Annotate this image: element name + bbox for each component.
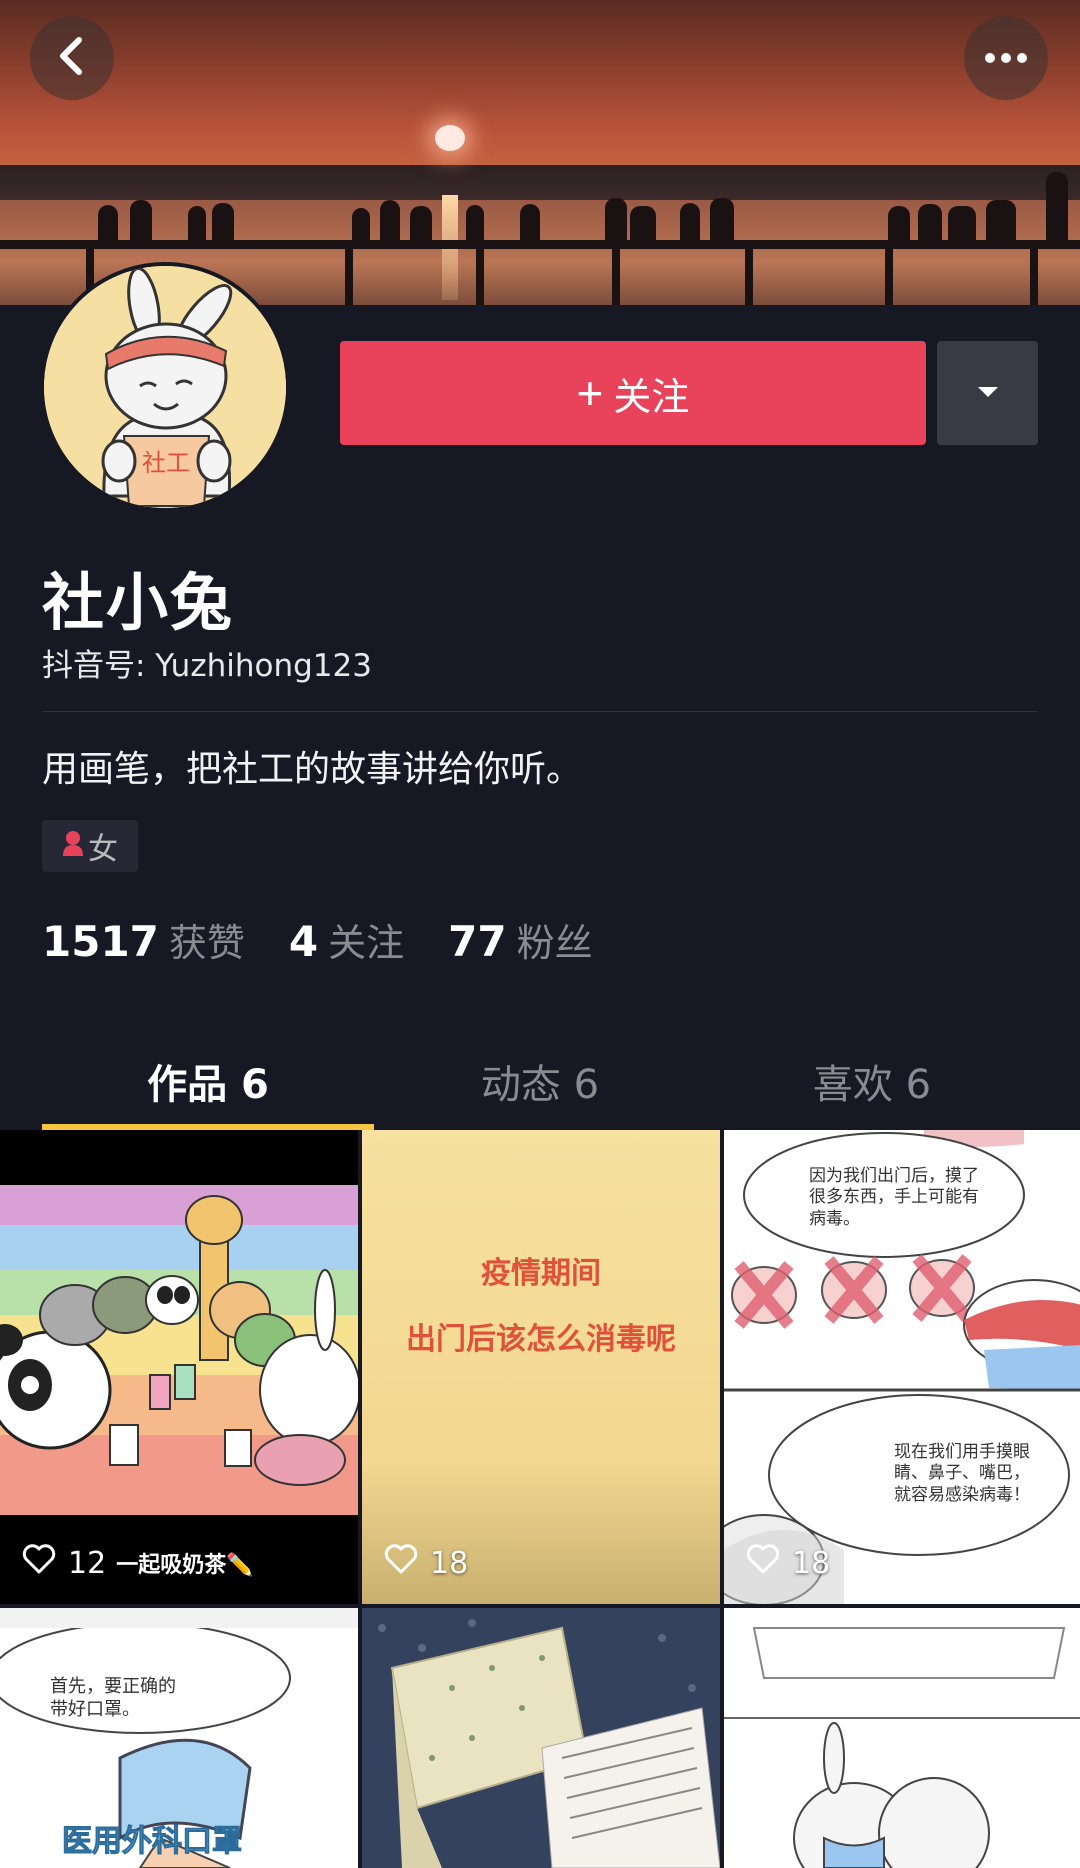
comic-bubble-text: 首先，要正确的带好口罩。 (50, 1676, 176, 1720)
stat-followers[interactable]: 77 粉丝 (448, 912, 592, 967)
comic-bubble-text: 现在我们用手摸眼睛、鼻子、嘴巴，就容易感染病毒！ (894, 1442, 1030, 1505)
stats-row: 1517 获赞 4 关注 77 粉丝 (42, 912, 637, 967)
nickname: 社小兔 (42, 566, 235, 639)
tab-liked[interactable]: 喜欢 6 (706, 1040, 1038, 1130)
caret-down-icon (976, 384, 1000, 403)
recommend-dropdown-button[interactable] (937, 341, 1038, 445)
gender-tag: 女 (42, 820, 138, 872)
stat-label: 粉丝 (516, 921, 593, 965)
gender-label: 女 (88, 832, 118, 867)
douyin-id[interactable]: 抖音号: Yuzhihong123 (42, 640, 372, 685)
heart-icon (22, 1544, 68, 1582)
divider (42, 711, 1038, 712)
follow-label: 关注 (613, 376, 690, 419)
person-icon (62, 829, 84, 864)
video-title-line2: 出门后该怎么消毒呢 (406, 1322, 676, 1357)
video-thumbnail[interactable]: 首先，要正确的带好口罩。 医用外科口罩 (0, 1608, 358, 1868)
stat-value: 77 (448, 917, 507, 966)
stat-likes[interactable]: 1517 获赞 (42, 912, 245, 967)
comic-hug-illustration (724, 1627, 1080, 1868)
like-count: 18 (746, 1544, 830, 1582)
ellipsis-icon (984, 49, 1028, 68)
like-value: 18 (430, 1545, 469, 1581)
video-caption: 一起吸奶茶✏️ (116, 1553, 254, 1578)
stat-value: 1517 (42, 917, 159, 966)
tab-works[interactable]: 作品 6 (42, 1040, 374, 1130)
video-thumbnail[interactable] (724, 1608, 1080, 1868)
tab-label: 作品 6 (147, 1062, 269, 1108)
animal-group-illustration (0, 1185, 358, 1515)
avatar[interactable]: 社工 (40, 262, 290, 512)
more-options-button[interactable] (964, 16, 1048, 100)
like-value: 12 (68, 1545, 107, 1581)
mask-banner-text: 医用外科口罩 (62, 1824, 243, 1860)
gift-box-photo (362, 1608, 720, 1868)
video-thumbnail[interactable]: 12 一起吸奶茶✏️ (0, 1130, 358, 1604)
tab-activity[interactable]: 动态 6 (374, 1040, 706, 1130)
like-count: 12 一起吸奶茶✏️ (22, 1544, 254, 1582)
chevron-left-icon (55, 36, 89, 80)
stat-following[interactable]: 4 关注 (289, 912, 404, 967)
rabbit-avatar-illustration: 社工 (44, 266, 286, 508)
apron-text: 社工 (142, 449, 190, 477)
heart-icon (746, 1544, 792, 1582)
like-count: 18 (384, 1544, 468, 1582)
plus-icon: + (576, 367, 604, 419)
cover-image (0, 0, 1080, 305)
video-grid: 12 一起吸奶茶✏️ 疫情期间 出门后该怎么消毒呢 18 因为我们出门后，摸了很… (0, 1130, 1080, 1868)
video-thumbnail[interactable]: 因为我们出门后，摸了很多东西，手上可能有病毒。 现在我们用手摸眼睛、鼻子、嘴巴，… (724, 1130, 1080, 1604)
back-button[interactable] (30, 16, 114, 100)
video-title-line1: 疫情期间 (481, 1256, 601, 1291)
content-tabs: 作品 6 动态 6 喜欢 6 (42, 1040, 1038, 1130)
stat-label: 获赞 (168, 921, 245, 965)
bio-text: 用画笔，把社工的故事讲给你听。 (42, 749, 583, 790)
stat-value: 4 (288, 917, 319, 966)
video-thumbnail[interactable] (362, 1608, 720, 1868)
like-value: 18 (792, 1545, 831, 1581)
sun-graphic (435, 125, 465, 151)
comic-bubble-text: 因为我们出门后，摸了很多东西，手上可能有病毒。 (809, 1166, 979, 1229)
tab-label: 动态 6 (480, 1062, 600, 1108)
stat-label: 关注 (328, 921, 405, 965)
video-thumbnail[interactable]: 疫情期间 出门后该怎么消毒呢 18 (362, 1130, 720, 1604)
follow-button[interactable]: + 关注 (340, 341, 926, 445)
heart-icon (384, 1544, 430, 1582)
tab-label: 喜欢 6 (812, 1062, 932, 1108)
